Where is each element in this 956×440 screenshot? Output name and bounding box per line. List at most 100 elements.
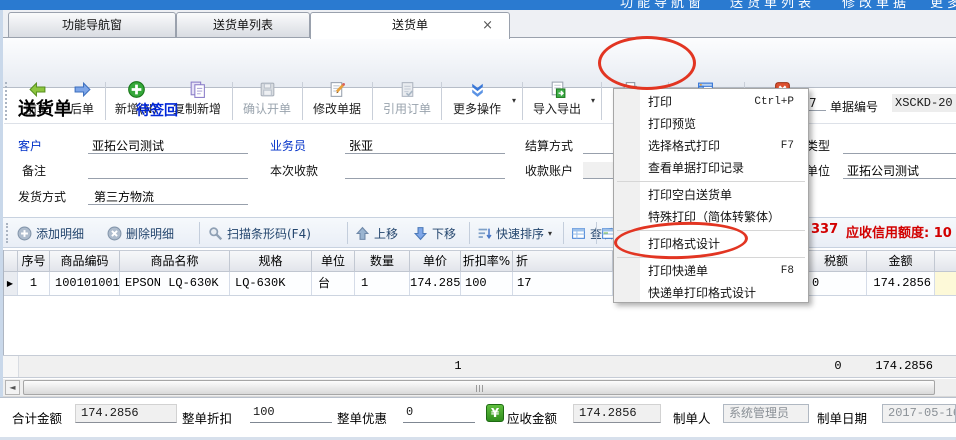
ship-method-field[interactable]: 第三方物流 — [88, 188, 248, 205]
menu-separator — [617, 181, 805, 182]
page-title: 送货单 — [18, 95, 72, 121]
tab-delivery-list[interactable]: 送货单列表 — [176, 12, 310, 37]
menu-item-select-format-print[interactable]: 选择格式打印F7 — [614, 135, 808, 157]
doc-no-field[interactable]: XSCKD-20 — [892, 94, 956, 112]
cell-seq[interactable]: 1 — [18, 272, 50, 295]
tab-function-nav[interactable]: 功能导航窗 — [8, 12, 176, 37]
menu-item-print-preview[interactable]: 打印预览 — [614, 113, 808, 135]
tab-delivery-order[interactable]: 送货单 × — [310, 12, 510, 39]
window-top-strip: 功能导航窗 送货单列表 修改单据 更多操作 — [0, 0, 956, 10]
col-header-tax[interactable]: 税额 — [806, 251, 867, 272]
table-icon — [571, 226, 586, 241]
currency-yuan-icon[interactable]: ¥ — [486, 404, 504, 422]
date-field: 2017-05-16 — [882, 404, 956, 423]
move-down-button[interactable]: 下移 — [413, 223, 456, 243]
move-up-button[interactable]: 上移 — [355, 223, 398, 243]
cell-extra[interactable] — [935, 272, 956, 295]
menu-item-label: 快递单打印格式设计 — [648, 286, 756, 300]
top-strip-text: 更多操作 — [930, 0, 956, 10]
col-header-spec[interactable]: 规格 — [230, 251, 312, 272]
menu-item-view-print-log[interactable]: 查看单据打印记录 — [614, 157, 808, 179]
customer-field[interactable]: 亚拓公司测试 — [88, 137, 248, 154]
cell-price[interactable]: 174.285 — [410, 272, 461, 295]
app-window: 功能导航窗 送货单列表 修改单据 更多操作 功能导航窗 送货单列表 送货单 × … — [0, 0, 956, 440]
import-export-button[interactable]: 导入导出 — [527, 80, 587, 124]
menu-item-print[interactable]: 打印Ctrl+P — [614, 91, 808, 113]
menu-item-label: 打印空白送货单 — [648, 188, 732, 202]
menu-item-print-express[interactable]: 打印快递单F8 — [614, 260, 808, 282]
col-header-seq[interactable]: 序号 — [18, 251, 50, 272]
more-actions-button[interactable]: 更多操作 — [445, 80, 509, 124]
col-header-disc-price[interactable]: 折 — [513, 251, 613, 272]
ship-method-label: 发货方式 — [18, 188, 66, 205]
col-header-qty[interactable]: 数量 — [355, 251, 410, 272]
scroll-left-button[interactable]: ◄ — [5, 380, 20, 395]
unit-label: 单位 — [806, 162, 830, 179]
toolbar-separator — [302, 82, 303, 120]
scrollbar-thumb[interactable] — [23, 380, 935, 395]
tab-label: 送货单 — [392, 18, 428, 32]
order-discount-label: 整单折扣 — [182, 408, 232, 427]
menu-item-label: 打印预览 — [648, 117, 696, 131]
cell-tax[interactable]: 0 — [806, 272, 867, 295]
menu-item-express-format-design[interactable]: 快递单打印格式设计 — [614, 282, 808, 304]
annotation-circle-print-button — [598, 36, 696, 90]
chevron-down-icon[interactable]: ▾ — [591, 96, 595, 105]
delete-detail-button[interactable]: 删除明细 — [107, 223, 174, 243]
edit-doc-button[interactable]: 修改单据 — [306, 80, 368, 124]
col-header-discount[interactable]: 折扣率% — [461, 251, 513, 272]
chevron-down-icon[interactable]: ▾ — [512, 96, 516, 105]
clipped-field-fragment: 7 — [809, 96, 817, 110]
maker-label: 制单人 — [673, 408, 711, 427]
toolbar-separator — [441, 82, 442, 120]
salesman-field[interactable]: 张亚 — [345, 137, 505, 154]
copy-icon — [188, 80, 207, 99]
col-header-code[interactable]: 商品编码 — [50, 251, 120, 272]
note-field[interactable] — [88, 162, 248, 179]
cell-name[interactable]: EPSON LQ-630K — [120, 272, 230, 295]
horizontal-scrollbar[interactable]: ◄ — [3, 379, 956, 397]
payment-label: 本次收款 — [270, 162, 318, 179]
toolbar-separator — [199, 222, 200, 244]
doc-no-label: 单据编号 — [830, 98, 878, 115]
tab-close-icon[interactable]: × — [482, 13, 493, 38]
table-row[interactable]: ▶ 1 100101001 EPSON LQ-630K LQ-630K 台 1 … — [3, 272, 956, 296]
cell-code[interactable]: 100101001 — [50, 272, 120, 295]
main-toolbar: 前单 后单 新增(N) 复制新增 确认开单 修改单据 引用订单 — [0, 38, 956, 88]
row-selector-icon[interactable]: ▶ — [3, 272, 18, 295]
ref-order-button[interactable]: 引用订单 — [376, 80, 438, 124]
toolbar-separator — [522, 82, 523, 120]
toolbar-separator — [347, 222, 348, 244]
quick-sort-button[interactable]: 快速排序 ▾ — [477, 223, 552, 243]
col-header-amount[interactable]: 金额 — [867, 251, 935, 272]
add-detail-button[interactable]: 添加明细 — [17, 223, 84, 243]
order-discount-field[interactable]: 100 — [250, 404, 332, 423]
totals-tax: 0 — [818, 359, 858, 373]
cell-amount[interactable]: 174.2856 — [867, 272, 935, 295]
col-header-price[interactable]: 单价 — [410, 251, 461, 272]
type-label: 类型 — [806, 137, 830, 154]
totals-selector-cell — [3, 356, 19, 377]
cell-qty[interactable]: 1 — [355, 272, 410, 295]
menu-item-print-blank[interactable]: 打印空白送货单 — [614, 184, 808, 206]
import-export-icon — [548, 80, 567, 99]
menu-item-label: 打印 — [648, 95, 672, 109]
grid-header-row: 序号 商品编码 商品名称 规格 单位 数量 单价 折扣率% 折 税额 金额 — [3, 250, 956, 272]
payment-field[interactable] — [345, 162, 505, 179]
cell-spec[interactable]: LQ-630K — [230, 272, 312, 295]
scan-barcode-button[interactable]: 扫描条形码(F4) — [208, 223, 311, 243]
cell-unit[interactable]: 台 — [312, 272, 355, 295]
col-header-unit[interactable]: 单位 — [312, 251, 355, 272]
scrollbar-grip — [476, 385, 484, 392]
footer-bar: 合计金额 174.2856 整单折扣 100 整单优惠 0 ¥ 应收金额 174… — [0, 397, 956, 437]
account-label: 收款账户 — [525, 162, 573, 179]
salesman-label: 业务员 — [270, 137, 306, 154]
cell-disc-price[interactable]: 17 — [513, 272, 613, 295]
type-field[interactable] — [843, 137, 956, 154]
col-header-name[interactable]: 商品名称 — [120, 251, 230, 272]
cell-discount[interactable]: 100 — [461, 272, 513, 295]
order-preferential-field[interactable]: 0 — [403, 404, 475, 423]
confirm-open-button[interactable]: 确认开单 — [236, 80, 298, 124]
unit-field[interactable]: 亚拓公司测试 — [843, 162, 956, 179]
button-label: 下移 — [432, 225, 456, 242]
